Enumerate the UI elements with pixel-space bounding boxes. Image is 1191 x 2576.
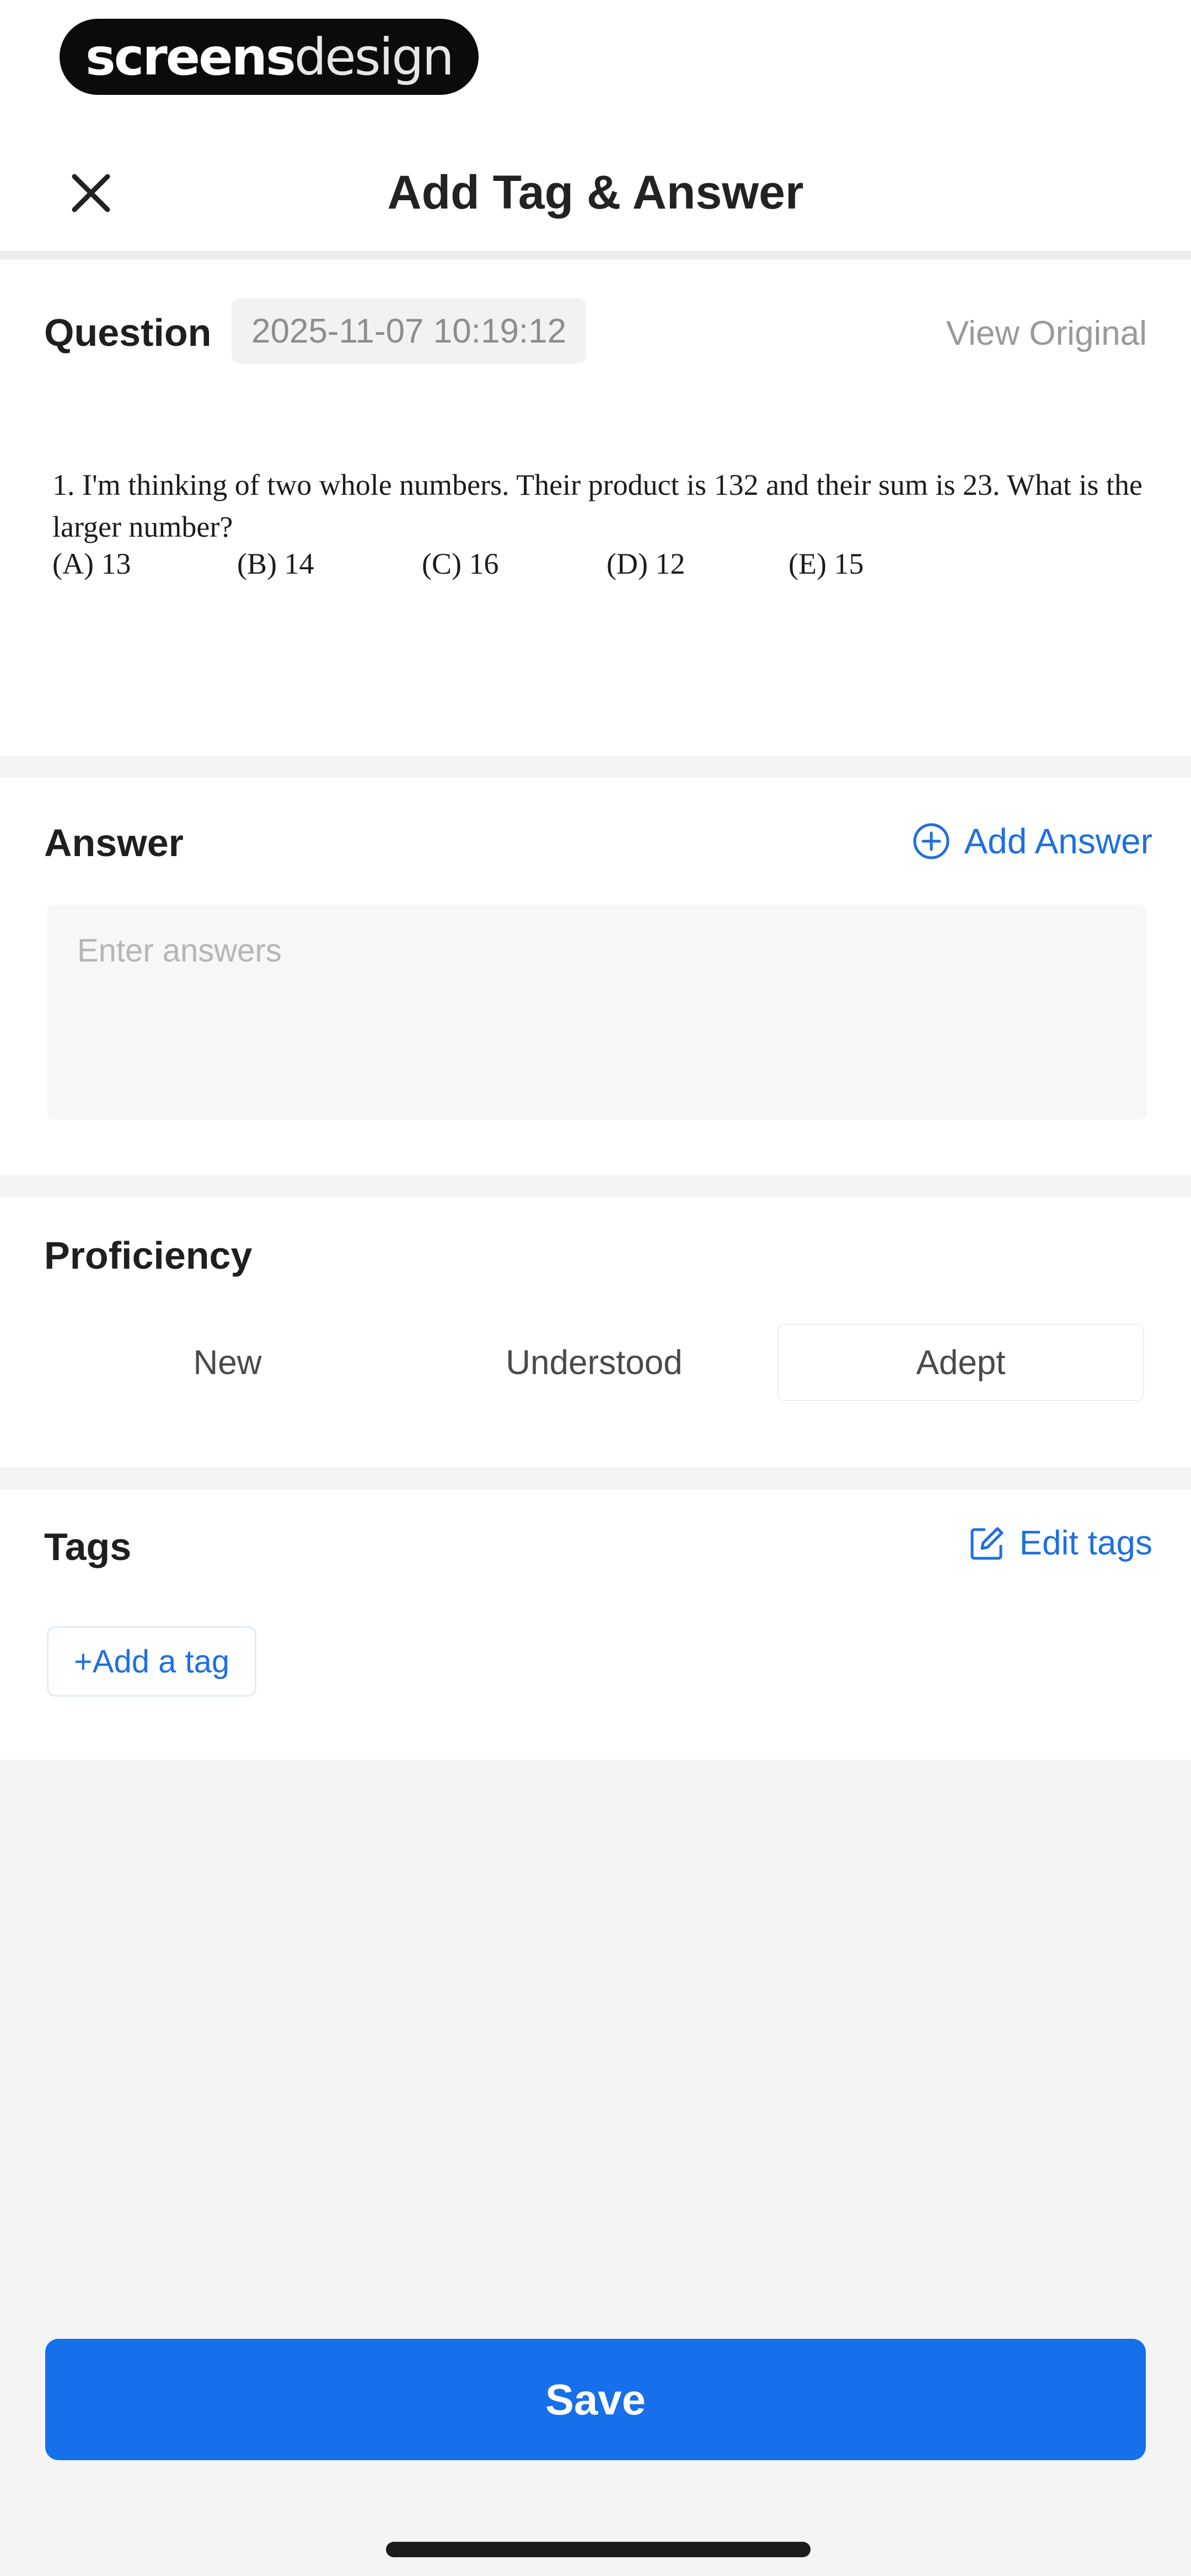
page-title: Add Tag & Answer [387,166,804,219]
answer-input[interactable] [47,905,1147,1120]
question-text: 1. I'm thinking of two whole numbers. Th… [52,468,1142,543]
edit-tags-label: Edit tags [1019,1524,1152,1562]
tags-label: Tags [44,1525,132,1568]
logo-text-screens: screens [85,27,296,87]
view-original-link[interactable]: View Original [946,314,1147,353]
page: screens design Add Tag & Answer Question … [0,0,1191,2576]
plus-circle-icon [913,823,949,859]
answer-choices: (A) 13 (B) 14 (C) 16 (D) 12 (E) 15 [52,547,990,591]
question-card: Question 2025-11-07 10:19:12 View Origin… [0,260,1191,756]
edit-tags-button[interactable]: Edit tags [968,1524,1152,1563]
top-bar: screens design Add Tag & Answer [0,0,1191,254]
header-divider [0,251,1191,260]
answer-label: Answer [44,821,184,864]
choice-e: (E) 15 [788,547,864,580]
proficiency-label: Proficiency [44,1234,253,1277]
proficiency-option-understood[interactable]: Understood [411,1324,777,1401]
choice-a: (A) 13 [52,547,131,580]
screensdesign-logo: screens design [60,19,479,95]
save-button[interactable]: Save [45,2339,1146,2460]
tags-card: Tags Edit tags +Add a tag [0,1489,1191,1760]
answer-card: Answer Add Answer [0,778,1191,1175]
header: Add Tag & Answer [0,138,1191,248]
proficiency-option-new[interactable]: New [44,1324,411,1401]
proficiency-card: Proficiency New Understood Adept [0,1197,1191,1467]
add-tag-button[interactable]: +Add a tag [47,1626,256,1697]
question-timestamp: 2025-11-07 10:19:12 [232,298,587,364]
edit-icon [970,1527,1004,1559]
logo-text-design: design [294,27,454,87]
proficiency-option-adept[interactable]: Adept [777,1324,1144,1401]
add-answer-label: Add Answer [964,821,1152,861]
choice-c: (C) 16 [422,547,499,580]
home-indicator [386,2542,811,2557]
choice-b: (B) 14 [237,547,314,580]
add-answer-button[interactable]: Add Answer [912,821,1152,862]
choice-d: (D) 12 [607,547,685,580]
proficiency-options: New Understood Adept [44,1324,1144,1401]
question-label: Question [44,311,212,354]
